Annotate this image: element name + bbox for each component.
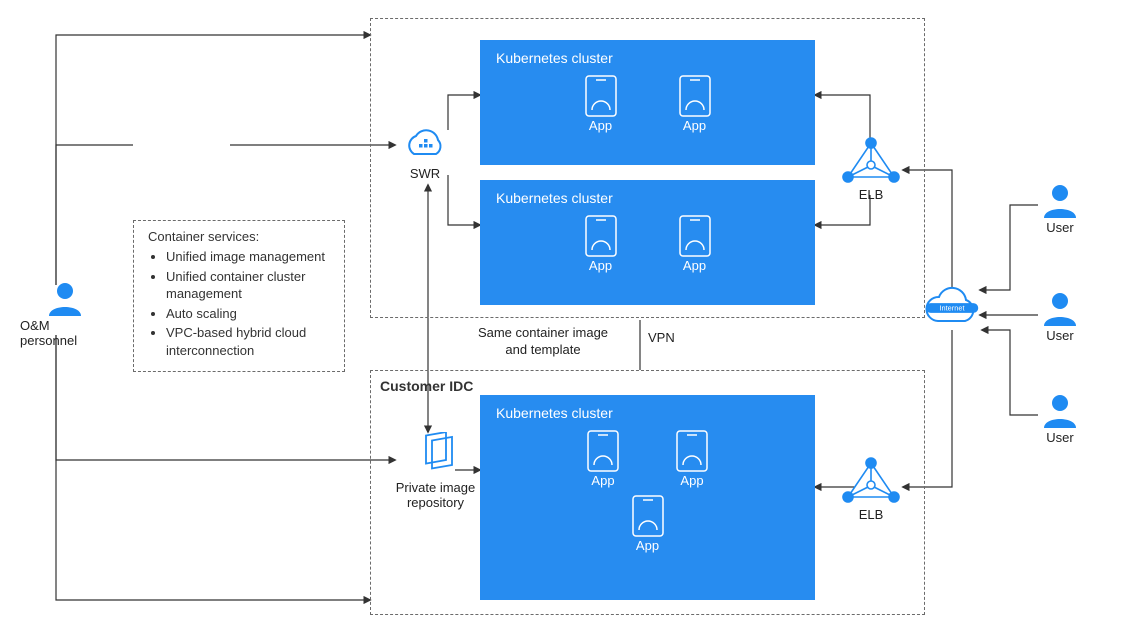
app-label: App <box>589 118 612 133</box>
elb-icon <box>842 137 900 187</box>
k8s-cluster-mid: Kubernetes cluster App App <box>480 180 815 305</box>
app-label: App <box>683 118 706 133</box>
k8s-cluster-top: Kubernetes cluster App App <box>480 40 815 165</box>
elb-icon <box>842 457 900 507</box>
app-item: App <box>675 429 709 488</box>
app-label: App <box>683 258 706 273</box>
cluster-title: Kubernetes cluster <box>496 190 799 206</box>
user-bottom: User <box>1040 390 1080 445</box>
app-icon <box>584 214 618 258</box>
container-services-box: Container services: Unified image manage… <box>133 220 345 372</box>
om-personnel: O&M personnel <box>20 278 110 348</box>
service-item: Auto scaling <box>166 305 334 323</box>
user-top: User <box>1040 180 1080 235</box>
app-item: App <box>584 74 618 133</box>
user-mid: User <box>1040 288 1080 343</box>
swr-service: SWR <box>402 128 448 181</box>
service-item: Unified container cluster management <box>166 268 334 303</box>
app-icon <box>675 429 709 473</box>
elb-label: ELB <box>859 507 884 522</box>
app-icon <box>678 214 712 258</box>
app-label: App <box>589 258 612 273</box>
service-item: Unified image management <box>166 248 334 266</box>
app-icon <box>631 494 665 538</box>
user-icon <box>45 278 85 318</box>
internet-cloud: Internet <box>920 285 984 331</box>
repository-icon <box>412 432 460 480</box>
elb-top: ELB <box>842 137 900 202</box>
elb-label: ELB <box>859 187 884 202</box>
swr-icon <box>402 128 448 166</box>
app-icon <box>678 74 712 118</box>
app-label: App <box>680 473 703 488</box>
customer-idc-title: Customer IDC <box>380 378 473 394</box>
services-title: Container services: <box>148 229 334 244</box>
service-item: VPC-based hybrid cloud interconnection <box>166 324 334 359</box>
diagram-canvas: O&M personnel Container services: Unifie… <box>0 0 1138 630</box>
app-icon <box>584 74 618 118</box>
app-item: App <box>678 214 712 273</box>
vpn-label: VPN <box>648 330 675 347</box>
swr-label: SWR <box>410 166 440 181</box>
user-icon <box>1040 390 1080 430</box>
app-item: App <box>678 74 712 133</box>
user-icon <box>1040 288 1080 328</box>
user-icon <box>1040 180 1080 220</box>
services-list: Unified image management Unified contain… <box>148 248 334 359</box>
cluster-title: Kubernetes cluster <box>496 50 799 66</box>
app-label: App <box>591 473 614 488</box>
k8s-cluster-bottom: Kubernetes cluster App App App <box>480 395 815 600</box>
user-label: User <box>1046 328 1073 343</box>
app-item: App <box>584 214 618 273</box>
user-label: User <box>1046 430 1073 445</box>
app-item: App <box>586 429 620 488</box>
internet-label: Internet <box>926 303 978 313</box>
app-label: App <box>636 538 659 553</box>
user-label: User <box>1046 220 1073 235</box>
om-label: O&M personnel <box>20 318 110 348</box>
private-repo-label: Private image repository <box>396 480 475 510</box>
private-image-repo: Private image repository <box>388 432 483 510</box>
same-template-label: Same container image and template <box>458 325 628 359</box>
app-icon <box>586 429 620 473</box>
cluster-title: Kubernetes cluster <box>496 405 799 421</box>
elb-bottom: ELB <box>842 457 900 522</box>
app-item: App <box>631 494 665 553</box>
